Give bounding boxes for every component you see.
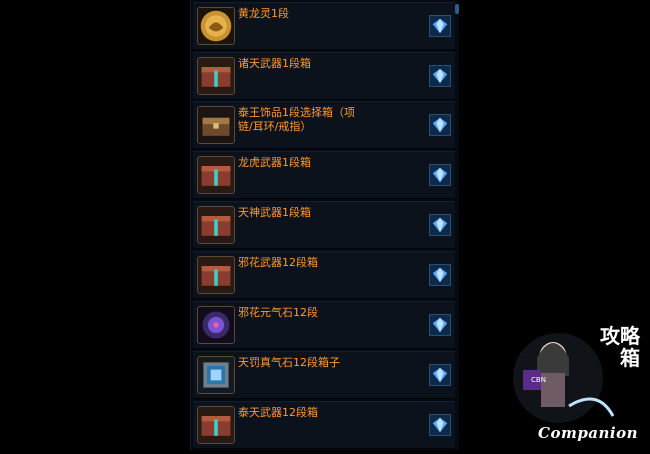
list-item[interactable]: 诸天武器1段箱 (193, 52, 455, 100)
weapon-chest-icon (197, 156, 235, 194)
diamond-icon[interactable] (429, 214, 451, 236)
golden-medallion-icon (197, 7, 235, 45)
diamond-icon[interactable] (429, 314, 451, 336)
item-label: 龙虎武器1段箱 (238, 156, 311, 169)
diamond-icon[interactable] (429, 114, 451, 136)
item-label: 天罚真气石12段箱子 (238, 356, 340, 369)
diamond-icon[interactable] (429, 364, 451, 386)
svg-text:CBN: CBN (531, 376, 546, 384)
silver-box-icon (197, 356, 235, 394)
watermark-text: Companion (538, 424, 639, 442)
watermark-glyphs: 攻略箱 (600, 324, 640, 370)
item-label: 泰王饰品1段选择箱（项链/耳环/戒指） (238, 106, 355, 133)
list-item[interactable]: 天罚真气石12段箱子 (193, 351, 455, 399)
ornament-chest-icon (197, 106, 235, 144)
weapon-chest-icon (197, 406, 235, 444)
list-item[interactable]: 黄龙灵1段 (193, 2, 455, 50)
list-item[interactable]: 泰天武器12段箱 (193, 401, 455, 449)
diamond-icon[interactable] (429, 164, 451, 186)
diamond-icon[interactable] (429, 65, 451, 87)
weapon-chest-icon (197, 206, 235, 244)
item-label: 邪花武器12段箱 (238, 256, 318, 269)
diamond-icon[interactable] (429, 15, 451, 37)
item-label: 泰天武器12段箱 (238, 406, 318, 419)
diamond-icon[interactable] (429, 414, 451, 436)
purple-orb-icon (197, 306, 235, 344)
list-item[interactable]: 邪花武器12段箱 (193, 251, 455, 299)
weapon-chest-icon (197, 256, 235, 294)
item-label: 黄龙灵1段 (238, 7, 289, 20)
list-item[interactable]: 泰王饰品1段选择箱（项链/耳环/戒指） (193, 101, 455, 149)
scrollbar-thumb[interactable] (455, 4, 459, 14)
item-label: 天神武器1段箱 (238, 206, 311, 219)
list-item[interactable]: 天神武器1段箱 (193, 201, 455, 249)
weapon-chest-icon (197, 57, 235, 95)
diamond-icon[interactable] (429, 264, 451, 286)
list-item[interactable]: 邪花元气石12段 (193, 301, 455, 349)
item-label: 诸天武器1段箱 (238, 57, 311, 70)
item-label: 邪花元气石12段 (238, 306, 318, 319)
list-item[interactable]: 龙虎武器1段箱 (193, 151, 455, 199)
